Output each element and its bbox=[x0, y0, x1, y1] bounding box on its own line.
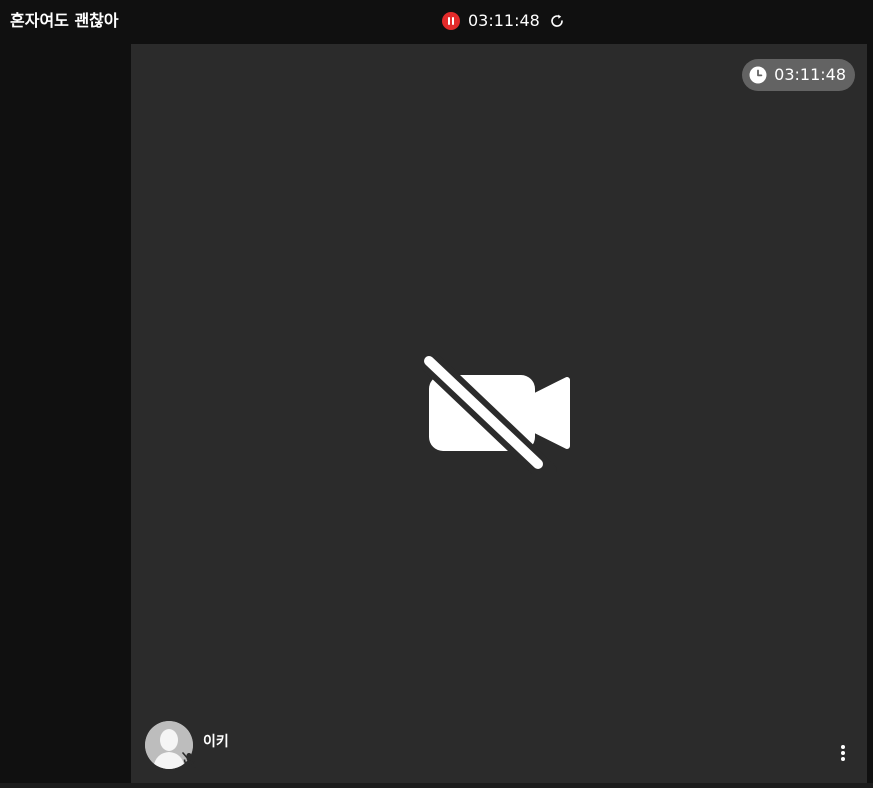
room-title: 혼자여도 괜찮아 bbox=[10, 11, 119, 30]
session-timer-text: 03:11:48 bbox=[774, 65, 846, 84]
session-timer: 03:11:48 bbox=[742, 59, 855, 91]
participant-name: 이키 bbox=[203, 734, 229, 750]
more-options-button[interactable] bbox=[833, 741, 853, 765]
top-bar: 혼자여도 괜찮아 03:11:48 bbox=[0, 0, 873, 44]
pause-icon-bar bbox=[452, 17, 454, 25]
refresh-button[interactable] bbox=[548, 12, 566, 30]
refresh-icon bbox=[551, 14, 563, 27]
mic-off-icon bbox=[182, 752, 196, 768]
video-call-window: 혼자여도 괜찮아 03:11:48 03:11:48 이키 bbox=[0, 0, 873, 788]
more-vertical-icon bbox=[841, 745, 845, 761]
video-off-icon bbox=[421, 354, 570, 474]
clock-icon bbox=[749, 66, 767, 84]
recording-status: 03:11:48 bbox=[442, 9, 566, 33]
recording-time: 03:11:48 bbox=[468, 11, 540, 30]
participant-tile-info: 이키 bbox=[145, 721, 229, 769]
bottom-edge bbox=[0, 783, 873, 788]
pause-recording-button[interactable] bbox=[442, 12, 460, 30]
video-stage: 03:11:48 이키 bbox=[131, 44, 867, 783]
pause-icon bbox=[448, 17, 450, 25]
